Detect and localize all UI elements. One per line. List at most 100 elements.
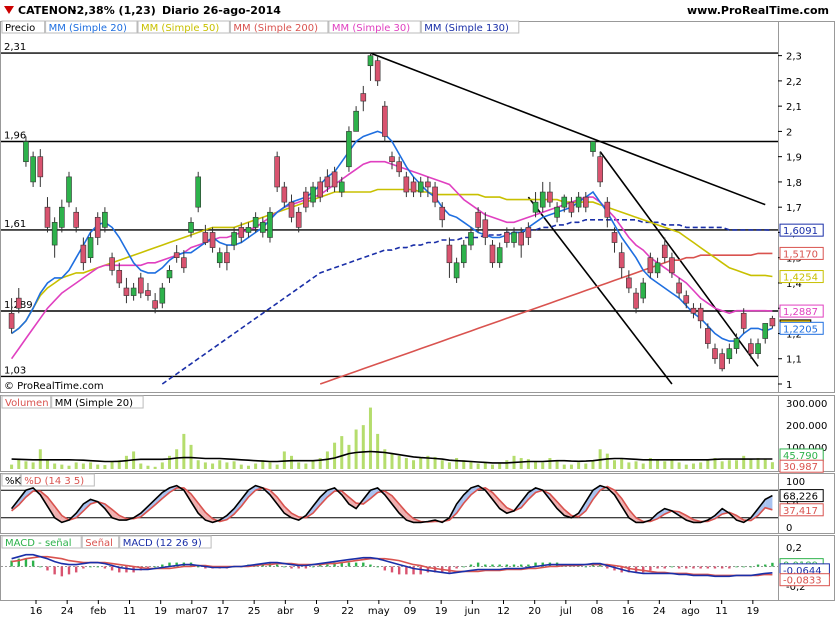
candle	[726, 348, 733, 360]
volume-bar	[577, 462, 581, 469]
candle	[468, 232, 474, 246]
macd-histogram-bar	[749, 566, 753, 568]
candle	[274, 156, 280, 188]
candle	[647, 257, 654, 274]
candle	[267, 211, 273, 238]
macd-histogram-bar	[713, 566, 717, 569]
volume-bar	[53, 463, 57, 469]
x-axis-label: 19	[746, 606, 759, 617]
macd-histogram-bar	[362, 562, 365, 567]
x-axis-label: 22	[341, 606, 354, 617]
x-axis-label: 9	[313, 606, 319, 617]
candle	[367, 55, 374, 67]
level-label: 1,96	[4, 131, 26, 142]
mm130-line	[161, 219, 773, 385]
candle	[374, 60, 381, 82]
volume-bar	[254, 463, 258, 469]
price-legend-item-2: MM (Simple 50)	[141, 23, 219, 34]
candle	[460, 244, 467, 264]
macd-histogram-bar	[290, 566, 293, 569]
candle	[489, 244, 496, 264]
x-axis-label: feb	[90, 606, 106, 617]
volume-bar	[31, 462, 35, 469]
volume-bar	[275, 464, 279, 469]
volume-bar	[124, 455, 128, 469]
volume-bar	[45, 460, 49, 469]
x-axis-label: 19	[154, 606, 167, 617]
macd-histogram-bar	[326, 564, 329, 567]
candle	[590, 141, 596, 152]
volume-bar	[368, 407, 372, 469]
macd-histogram-bar	[110, 566, 114, 571]
macd-histogram-bar	[197, 566, 200, 568]
candle	[640, 282, 647, 299]
volume-bar	[153, 466, 157, 469]
volume-y-tick: 200.000	[786, 421, 827, 432]
price-value-tag: 1,2205	[783, 324, 818, 335]
candle	[439, 206, 446, 221]
macd-histogram-bar	[24, 558, 28, 567]
volume-bar	[727, 460, 731, 469]
volume-bar	[562, 464, 566, 469]
candle	[288, 201, 295, 218]
volume-bar	[620, 459, 624, 469]
macd-histogram-bar	[455, 566, 458, 569]
macd-histogram-bar	[304, 566, 308, 569]
macd-histogram-bar	[354, 562, 358, 567]
candle	[338, 181, 345, 193]
candle	[697, 307, 704, 322]
volume-bar	[146, 465, 150, 469]
price-y-tick: 1,9	[786, 153, 802, 164]
candle	[73, 211, 79, 228]
candle	[188, 222, 194, 233]
price-legend-item-3: MM (Simple 200)	[233, 23, 318, 34]
candle	[389, 156, 395, 163]
macd-histogram-bar	[764, 564, 767, 567]
macd-histogram-bar	[153, 566, 157, 568]
candle	[518, 232, 524, 246]
candle	[504, 232, 510, 243]
x-axis-label: 19	[435, 606, 448, 617]
volume-bar	[211, 463, 215, 469]
volume-bar	[720, 461, 724, 469]
volume-bar	[24, 461, 28, 469]
candle	[109, 257, 115, 271]
candle	[145, 290, 151, 296]
x-axis-label: abr	[277, 606, 294, 617]
macd-histogram-bar	[39, 566, 42, 568]
macd-legend-item-2: MACD (12 26 9)	[123, 538, 202, 549]
trendline	[527, 196, 673, 385]
candle	[195, 176, 202, 208]
price-y-tick: 2	[786, 127, 792, 138]
macd-histogram-bar	[692, 566, 695, 569]
macd-histogram-bar	[699, 566, 702, 569]
volume-bar	[419, 458, 423, 469]
price-value-tag: 1,6091	[783, 226, 818, 237]
volume-bar	[17, 459, 21, 469]
price-y-tick: 2,2	[786, 77, 802, 88]
volume-y-tick: 300.000	[786, 399, 827, 410]
candle	[382, 105, 388, 137]
price-y-tick: 1	[786, 380, 792, 391]
candle	[123, 287, 130, 296]
volume-bar	[203, 462, 207, 469]
stochastic-panel	[0, 473, 835, 534]
x-axis-label: 24	[653, 606, 666, 617]
macd-histogram-bar	[103, 566, 107, 569]
volume-bar	[469, 461, 473, 469]
chart-canvas[interactable]: 2,311,961,611,2891,032,32,22,121,91,81,7…	[0, 0, 835, 620]
macd-histogram-bar	[728, 566, 731, 569]
macd-histogram-bar	[125, 566, 128, 573]
macd-histogram-bar	[419, 566, 422, 575]
candle	[403, 176, 410, 193]
candle	[575, 196, 582, 208]
volume-bar	[311, 460, 315, 469]
volume-bar	[246, 465, 250, 469]
trendline	[599, 140, 766, 206]
candle	[8, 312, 15, 329]
trendline	[370, 52, 601, 143]
candle	[94, 216, 101, 238]
candle	[152, 300, 158, 309]
volume-bar	[333, 442, 337, 469]
candle	[260, 222, 266, 233]
